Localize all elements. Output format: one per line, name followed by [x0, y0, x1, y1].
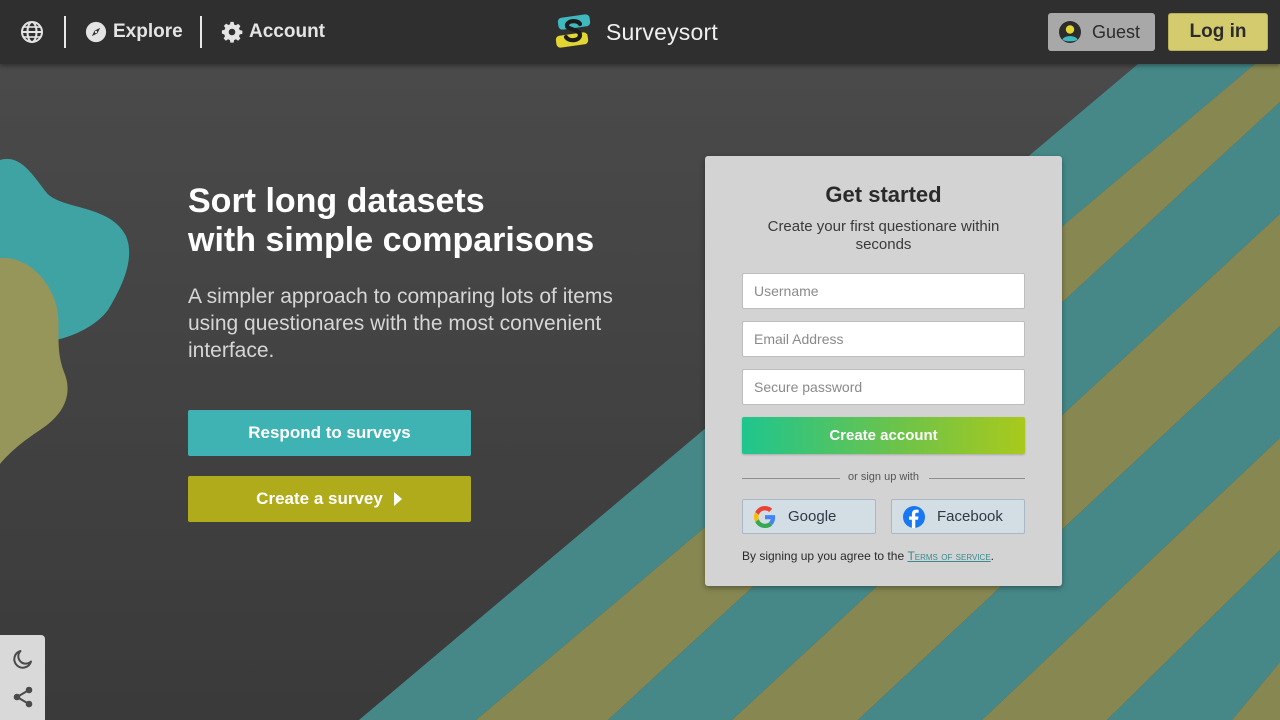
hero-title-line1: Sort long datasets — [188, 182, 485, 220]
dark-mode-toggle[interactable] — [11, 647, 35, 671]
login-label: Log in — [1189, 21, 1247, 42]
facebook-label: Facebook — [937, 508, 1003, 525]
signup-card: Get started Create your first questionar… — [705, 156, 1062, 586]
side-toolbar — [0, 635, 45, 720]
nav-divider — [200, 16, 202, 48]
respond-to-surveys-label: Respond to surveys — [248, 423, 411, 442]
guest-label: Guest — [1092, 21, 1141, 42]
brand[interactable]: Surveysort — [554, 14, 718, 50]
facebook-signup-button[interactable]: Facebook — [891, 499, 1025, 534]
signup-title: Get started — [825, 182, 942, 207]
signup-subtitle: Create your first questionare within sec… — [767, 218, 1000, 253]
gear-icon — [221, 21, 243, 43]
terms-notice: By signing up you agree to the Terms of … — [742, 549, 1042, 563]
avatar-icon — [1059, 21, 1081, 43]
login-button[interactable]: Log in — [1168, 13, 1268, 51]
background-decoration — [0, 64, 1280, 720]
google-label: Google — [788, 508, 837, 525]
terms-prefix: By signing up you agree to the — [742, 549, 908, 563]
create-survey-button[interactable]: Create a survey — [188, 476, 471, 522]
share-icon — [13, 686, 33, 708]
share-button[interactable] — [11, 685, 35, 709]
respond-to-surveys-button[interactable]: Respond to surveys — [188, 410, 471, 456]
nav-explore[interactable]: Explore — [85, 19, 183, 45]
hero-subtitle: A simpler approach to comparing lots of … — [188, 285, 613, 362]
facebook-icon — [903, 505, 925, 528]
google-icon — [754, 505, 776, 528]
moon-icon — [13, 650, 32, 669]
language-globe-icon[interactable] — [20, 20, 44, 44]
password-input[interactable] — [742, 369, 1025, 405]
divider-text: or sign up with — [848, 471, 919, 483]
brand-name: Surveysort — [606, 18, 718, 45]
terms-of-service-link[interactable]: Terms of service — [907, 549, 990, 563]
create-survey-label: Create a survey — [256, 489, 383, 508]
nav-account[interactable]: Account — [221, 19, 325, 45]
create-account-button[interactable]: Create account — [742, 417, 1025, 454]
guest-profile-button[interactable]: Guest — [1048, 13, 1155, 51]
email-input[interactable] — [742, 321, 1025, 357]
top-navigation-bar: Explore Account Surveysort Guest Log in — [0, 0, 1280, 64]
google-signup-button[interactable]: Google — [742, 499, 876, 534]
hero-title-line2: with simple comparisons — [188, 221, 595, 259]
nav-account-label: Account — [249, 21, 325, 42]
create-account-label: Create account — [829, 427, 938, 444]
surveysort-logo-icon — [555, 14, 591, 48]
hero-title: Sort long datasets with simple compariso… — [188, 182, 658, 260]
nav-divider — [64, 16, 66, 48]
terms-suffix: . — [990, 549, 994, 563]
username-input[interactable] — [742, 273, 1025, 309]
divider-line — [929, 478, 1025, 479]
play-arrow-icon — [393, 492, 402, 506]
nav-explore-label: Explore — [113, 21, 183, 42]
compass-icon — [85, 21, 107, 43]
